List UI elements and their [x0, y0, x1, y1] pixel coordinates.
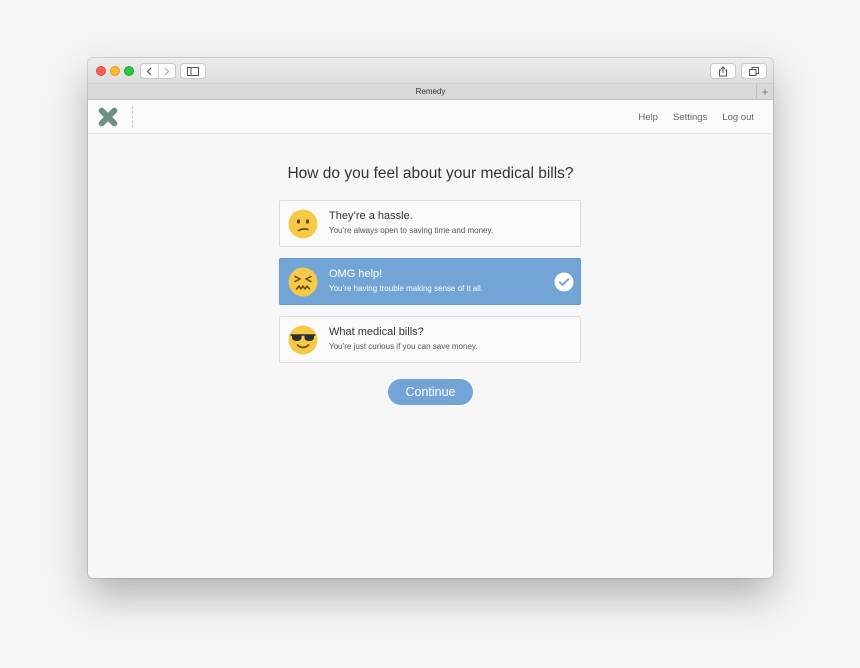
tab-title[interactable]: Remedy — [416, 87, 446, 96]
minimize-window-button[interactable] — [110, 66, 120, 76]
back-forward-group — [140, 63, 176, 79]
help-link[interactable]: Help — [638, 112, 658, 123]
new-tab-button[interactable]: + — [756, 84, 773, 99]
option-subtitle: You’re just curious if you can save mone… — [329, 342, 478, 351]
remedy-logo-icon[interactable] — [97, 106, 119, 128]
header-nav: Help Settings Log out — [638, 100, 754, 134]
option-subtitle: You’re having trouble making sense of it… — [329, 284, 484, 293]
option-subtitle: You’re always open to saving time and mo… — [329, 226, 494, 235]
confused-face-icon — [288, 209, 318, 239]
back-button[interactable] — [141, 64, 159, 78]
sidebar-toggle-button[interactable] — [180, 63, 206, 79]
zoom-window-button[interactable] — [124, 66, 134, 76]
option-title: OMG help! — [329, 268, 383, 280]
forward-button[interactable] — [159, 64, 176, 78]
sidebar-icon — [187, 66, 199, 76]
page-title: How do you feel about your medical bills… — [287, 165, 574, 182]
chevron-left-icon — [146, 67, 152, 75]
app-header: Help Settings Log out — [88, 100, 773, 134]
title-bar — [88, 58, 773, 84]
share-button[interactable] — [710, 63, 736, 79]
confounded-face-icon — [288, 267, 318, 297]
main-content: How do you feel about your medical bills… — [88, 134, 773, 578]
option-title: They’re a hassle. — [329, 210, 413, 222]
checkmark-icon — [554, 272, 574, 292]
show-tabs-button[interactable] — [741, 63, 767, 79]
option-omg-help[interactable]: OMG help! You’re having trouble making s… — [279, 258, 581, 305]
share-icon — [719, 65, 727, 76]
logout-link[interactable]: Log out — [722, 112, 754, 123]
chevron-right-icon — [164, 67, 170, 75]
settings-link[interactable]: Settings — [673, 112, 707, 123]
option-hassle[interactable]: They’re a hassle. You’re always open to … — [279, 200, 581, 247]
continue-button[interactable]: Continue — [388, 379, 473, 405]
header-divider — [132, 106, 133, 128]
close-window-button[interactable] — [96, 66, 106, 76]
option-title: What medical bills? — [329, 326, 424, 338]
tabs-overview-icon — [749, 66, 759, 76]
browser-window: Remedy + Help Settings Log out How do yo… — [88, 58, 773, 578]
option-what-bills[interactable]: What medical bills? You’re just curious … — [279, 316, 581, 363]
sunglasses-face-icon — [288, 325, 318, 355]
tab-bar: Remedy + — [88, 84, 773, 100]
